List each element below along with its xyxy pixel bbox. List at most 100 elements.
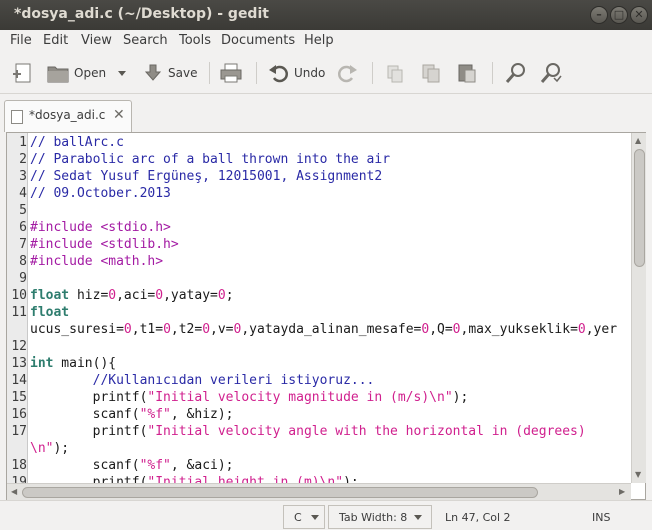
code-token: , &hiz); [170, 407, 234, 422]
code-token: printf( [30, 390, 148, 405]
dropdown-arrow-icon [414, 515, 423, 520]
paste-button[interactable] [456, 60, 478, 86]
code-line: printf("Initial velocity angle with the … [30, 423, 586, 440]
open-button[interactable]: Open [46, 60, 106, 86]
document-icon [11, 110, 23, 124]
menu-file[interactable]: File [10, 33, 32, 48]
copy-button[interactable] [420, 60, 442, 86]
code-area[interactable]: // ballArc.c // Parabolic arc of a ball t… [28, 133, 631, 483]
code-token: ,v= [210, 322, 234, 337]
line-number: 18 [11, 458, 27, 473]
code-line: // ballArc.c [30, 134, 124, 151]
menu-view[interactable]: View [81, 33, 112, 48]
menu-documents[interactable]: Documents [221, 33, 295, 48]
code-line: // Parabolic arc of a ball thrown into t… [30, 151, 390, 168]
print-button[interactable] [219, 60, 243, 86]
code-token: 0 [421, 322, 430, 337]
language-selector[interactable]: C [283, 505, 325, 529]
menu-tools[interactable]: Tools [179, 33, 211, 48]
redo-button[interactable] [336, 60, 358, 86]
text-editor[interactable]: 12345678910111213141516171819 // ballArc… [6, 132, 646, 500]
code-token: #include <math.h> [30, 254, 164, 269]
save-button[interactable]: Save [144, 60, 197, 86]
undo-icon [269, 65, 288, 83]
code-token: scanf( [30, 458, 140, 473]
scroll-down-icon[interactable]: ▼ [635, 470, 641, 479]
menu-edit[interactable]: Edit [43, 33, 68, 48]
code-token: "%f" [139, 458, 171, 473]
folder-icon [47, 66, 69, 83]
maximize-button[interactable]: □ [610, 6, 628, 24]
line-number: 17 [11, 424, 27, 439]
tab-width-selector[interactable]: Tab Width: 8 [328, 505, 432, 529]
tab-width-label: Tab Width: 8 [339, 510, 408, 524]
scroll-right-icon[interactable]: ▶ [619, 487, 625, 496]
line-number: 9 [19, 271, 27, 286]
menu-help[interactable]: Help [304, 33, 334, 48]
scroll-up-icon[interactable]: ▲ [635, 136, 641, 145]
line-number: 1 [19, 135, 27, 150]
line-number: 4 [19, 186, 27, 201]
code-token: "Initial height in (m)\n" [147, 475, 344, 483]
code-line: ucus_suresi=0,t1=0,t2=0,v=0,yatayda_alin… [30, 321, 617, 338]
code-token: scanf( [30, 407, 140, 422]
line-number: 15 [11, 390, 27, 405]
language-label: C [294, 510, 302, 524]
code-token: , &aci); [170, 458, 234, 473]
save-label: Save [168, 66, 198, 80]
line-number: 6 [19, 220, 27, 235]
toolbar-separator [209, 62, 210, 84]
code-token: "Initial velocity angle with the horizon… [147, 424, 586, 439]
undo-label: Undo [294, 66, 326, 80]
code-token: //Kullanıcıdan verileri istiyoruz... [30, 373, 375, 388]
code-token: 0 [202, 322, 211, 337]
toolbar-separator [372, 62, 373, 84]
line-number: 3 [19, 169, 27, 184]
tab-dosya-adi[interactable]: *dosya_adi.c ✕ [4, 100, 132, 132]
insert-mode: INS [592, 511, 611, 524]
code-line: scanf("%f", &aci); [30, 457, 234, 474]
status-bar: C Tab Width: 8 Ln 47, Col 2 INS [0, 500, 652, 530]
paste-icon [458, 64, 476, 83]
code-token: float [30, 305, 70, 320]
open-recent-dropdown[interactable] [116, 60, 128, 86]
line-number: 14 [11, 373, 27, 388]
minimize-button[interactable]: – [590, 6, 608, 24]
cut-button[interactable] [384, 60, 406, 86]
line-number: 7 [19, 237, 27, 252]
new-document-button[interactable] [12, 60, 34, 86]
find-replace-button[interactable] [539, 60, 563, 86]
code-token: ); [452, 390, 469, 405]
horizontal-scroll-thumb[interactable] [22, 487, 538, 498]
horizontal-scrollbar[interactable]: ◀ ▶ [7, 483, 631, 500]
undo-button[interactable]: Undo [268, 60, 325, 86]
code-token: ); [343, 475, 359, 483]
find-button[interactable] [504, 60, 528, 86]
line-number: 10 [11, 288, 27, 303]
code-token: float [30, 288, 70, 303]
code-line: scanf("%f", &hiz); [30, 406, 234, 423]
close-window-button[interactable]: ✕ [630, 6, 648, 24]
save-icon [144, 64, 162, 81]
line-number-gutter: 12345678910111213141516171819 [7, 133, 28, 490]
menu-search[interactable]: Search [123, 33, 168, 48]
code-token: 0 [577, 322, 586, 337]
code-token: // 09.October.2013 [30, 186, 171, 201]
code-line: #include <math.h> [30, 253, 163, 270]
dropdown-arrow-icon [310, 515, 319, 520]
scroll-left-icon[interactable]: ◀ [11, 487, 17, 496]
title-bar: *dosya_adi.c (~/Desktop) - gedit – □ ✕ [0, 0, 652, 30]
vertical-scroll-thumb[interactable] [634, 149, 645, 267]
open-label: Open [74, 66, 107, 80]
code-token: ; [225, 288, 234, 303]
code-token: printf( [30, 424, 148, 439]
code-token: int [30, 356, 54, 371]
code-token: ,aci= [116, 288, 156, 303]
code-token: ,t2= [170, 322, 203, 337]
vertical-scrollbar[interactable]: ▲ ▼ [631, 133, 646, 483]
close-tab-icon[interactable]: ✕ [113, 107, 125, 123]
code-token: ,yer [585, 322, 618, 337]
code-token: ,Q= [429, 322, 453, 337]
code-token: 0 [123, 322, 132, 337]
line-number: 8 [19, 254, 27, 269]
